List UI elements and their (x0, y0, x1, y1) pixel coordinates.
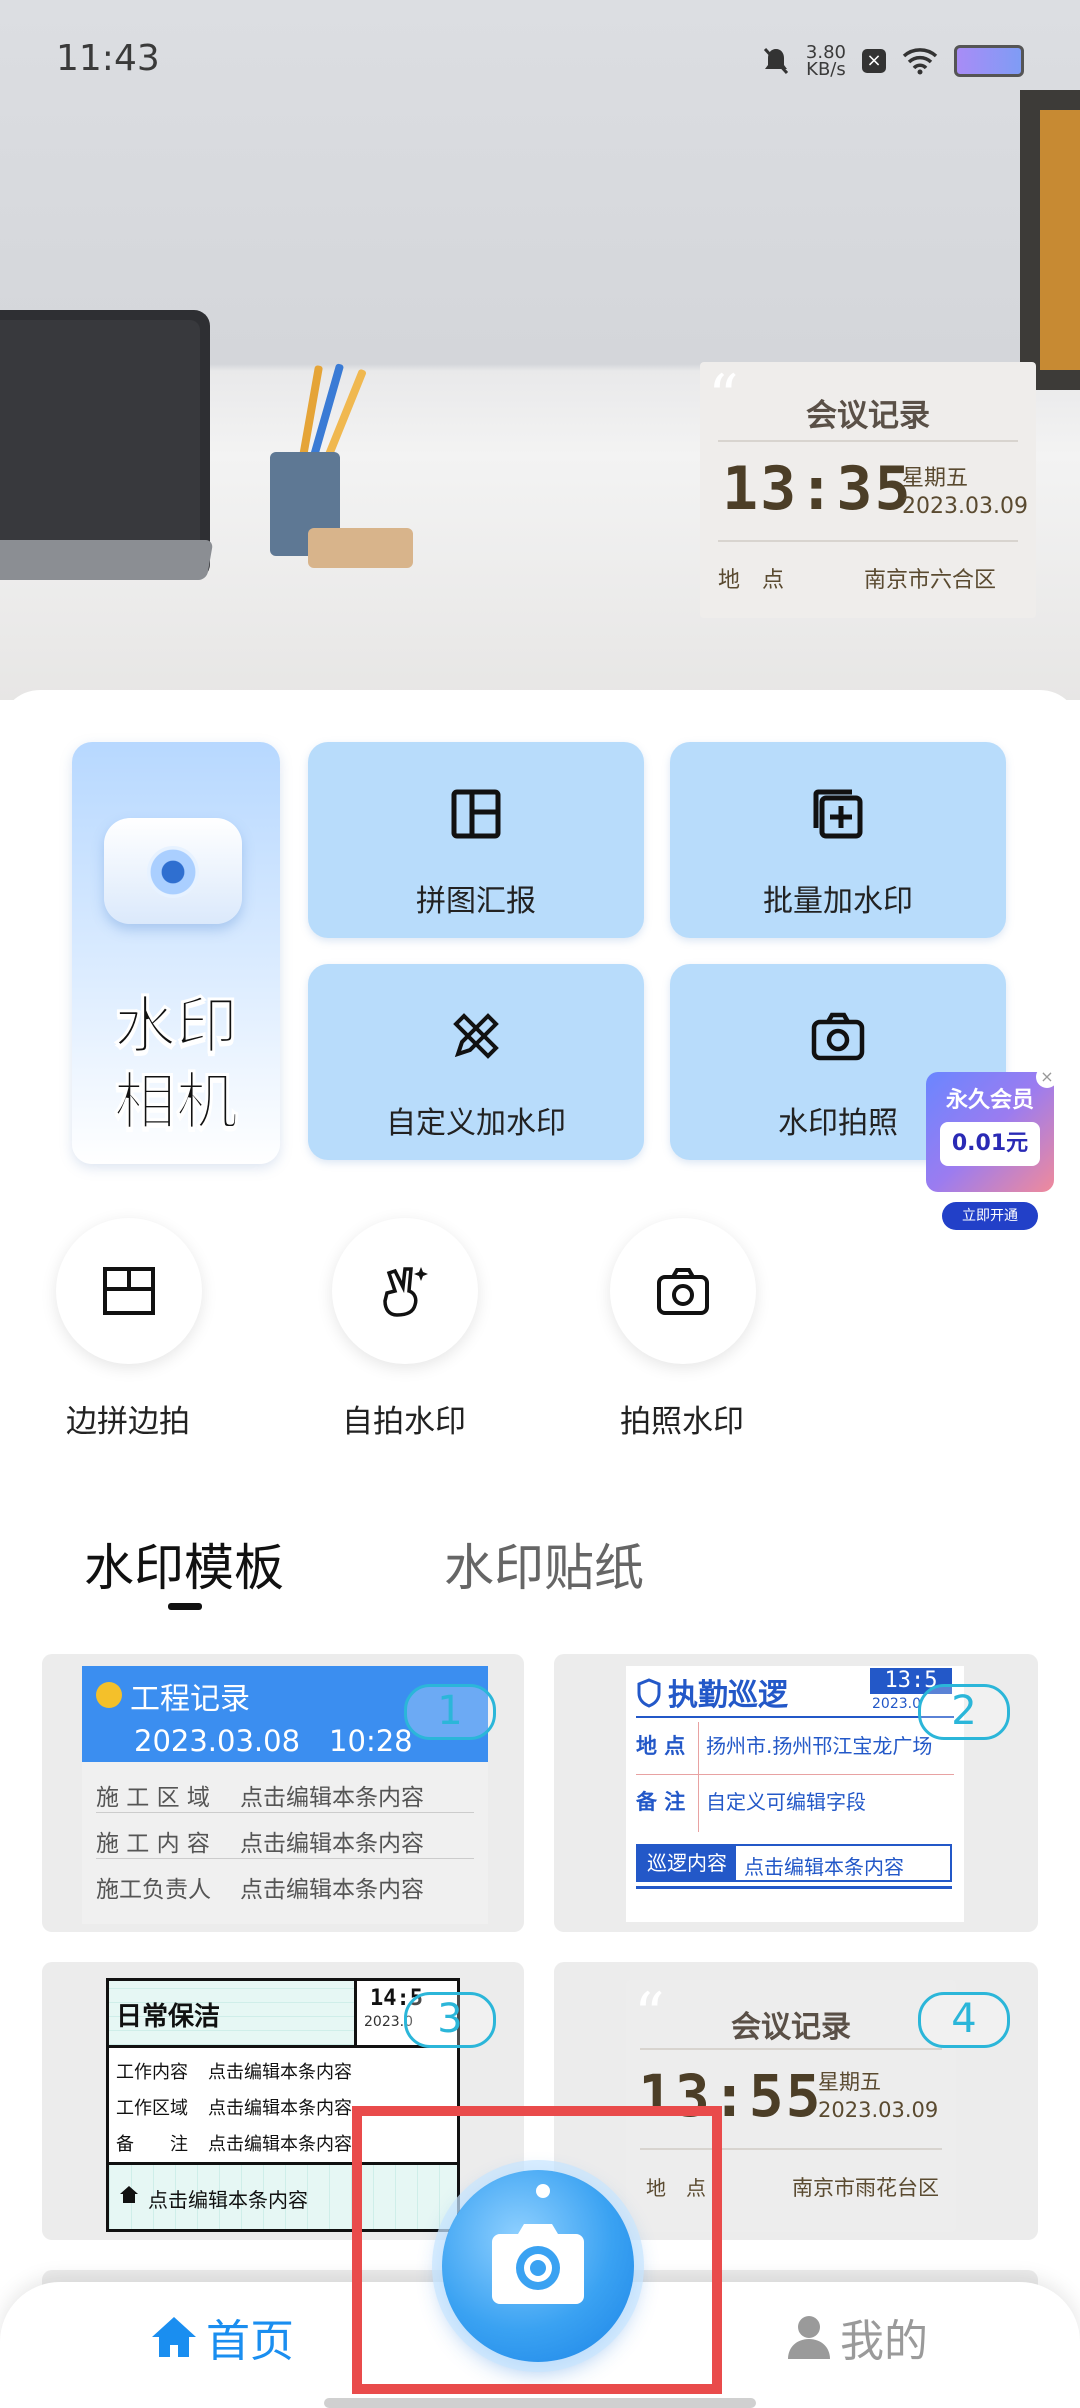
quick-action-label: 拍照水印 (620, 1404, 744, 1440)
row-value: 点击编辑本条内容 (208, 2134, 352, 2155)
location-value: 南京市雨花台区 (792, 2176, 939, 2200)
template-title: 日常保洁 (116, 2002, 221, 2032)
quick-action-label: 自拍水印 (342, 1404, 466, 1440)
tile-label: 批量加水印 (763, 884, 913, 919)
row-value: 点击编辑本条内容 (240, 1785, 424, 1811)
laptop-screen (0, 320, 200, 570)
home-icon (152, 2317, 196, 2357)
tile-collage-report[interactable]: 拼图汇报 (308, 742, 644, 938)
laptop-base (0, 540, 214, 580)
row-label: 地 点 (636, 1734, 686, 1758)
watermark-location-value: 南京市六合区 (864, 568, 997, 593)
pen-ruler-icon (453, 1013, 499, 1059)
nav-home-label: 首页 (206, 2316, 294, 2367)
watermark-location-label: 地 点 (718, 568, 785, 593)
camera-icon (811, 1012, 865, 1061)
book (1040, 110, 1080, 370)
nav-me[interactable]: 我的 (786, 2305, 928, 2369)
template-number-badge: 4 (918, 1992, 1010, 2048)
template-date: 2023.0 (872, 1696, 921, 1712)
watermark-weekday: 星期五 (902, 466, 969, 491)
quick-action-selfie-watermark[interactable] (332, 1218, 478, 1364)
quick-action-label: 边拼边拍 (66, 1404, 190, 1440)
badge-icon (96, 1682, 122, 1708)
row-label: 施 工 区 域 (96, 1785, 210, 1811)
peace-hand-icon (383, 1267, 428, 1317)
mute-bell-icon (763, 47, 789, 75)
row-label: 备 注 (116, 2134, 188, 2155)
row-label: 工作内容 (116, 2062, 188, 2083)
gesture-bar (324, 2398, 756, 2408)
user-icon (788, 2316, 830, 2359)
batch-add-icon (813, 789, 863, 839)
watermark-camera-title: 水印 相机 (113, 989, 238, 1139)
layout-icon (451, 789, 501, 839)
tile-label: 自定义加水印 (386, 1106, 566, 1141)
row-value: 点击编辑本条内容 (240, 1877, 424, 1903)
template-title: 执勤巡逻 (668, 1678, 788, 1713)
row-value: 点击编辑本条内容 (208, 2062, 352, 2083)
watermark-title: 会议记录 (806, 398, 930, 434)
row-label: 工作区域 (116, 2098, 188, 2119)
watermark-time: 13:35 (722, 454, 913, 524)
template-card-patrol[interactable]: 执勤巡逻 13:5 2023.0 地 点 扬州市.扬州邗江宝龙广场 备 注 自定… (554, 1654, 1038, 1932)
watermark-date: 2023.03.09 (902, 494, 1028, 519)
camera-icon (657, 1268, 709, 1315)
footer-value: 点击编辑本条内容 (148, 2188, 308, 2212)
row-value: 自定义可编辑字段 (706, 1790, 866, 1814)
footer-label: 巡逻内容 (638, 1846, 736, 1880)
close-icon[interactable]: × (1036, 1066, 1058, 1088)
shield-icon (637, 1678, 661, 1708)
template-card-engineering[interactable]: 工程记录 2023.03.08 10:28 施 工 区 域 点击编辑本条内容 施… (42, 1654, 524, 1932)
nav-home[interactable]: 首页 (148, 2305, 294, 2369)
split-layout-icon (103, 1267, 155, 1315)
template-number-badge: 3 (404, 1992, 496, 2048)
row-value: 点击编辑本条内容 (208, 2098, 352, 2119)
status-time: 11:43 (56, 38, 160, 79)
wood-block (308, 528, 413, 568)
row-value: 点击编辑本条内容 (240, 1831, 424, 1857)
home-icon (120, 2186, 138, 2203)
battery-icon (954, 45, 1024, 77)
status-icons: 3.80 KB/s × (762, 42, 1024, 80)
hero-watermark-card: “ 会议记录 13:35 星期五 2023.03.09 地 点 南京市六合区 (700, 362, 1036, 618)
nav-me-label: 我的 (840, 2316, 928, 2367)
active-tab-indicator (168, 1603, 202, 1610)
tile-custom-watermark[interactable]: 自定义加水印 (308, 964, 644, 1160)
network-speed: 3.80 KB/s (805, 42, 846, 80)
highlight-box (352, 2106, 722, 2394)
quick-action-photo-watermark[interactable] (610, 1218, 756, 1364)
camera-3d-icon (104, 818, 242, 924)
quick-action-split-shoot[interactable] (56, 1218, 202, 1364)
row-value: 扬州市.扬州邗江宝龙广场 (706, 1734, 933, 1758)
vip-title: 永久会员 (945, 1088, 1034, 1113)
template-date: 2023.03.09 (818, 2098, 939, 2122)
row-label: 施 工 内 容 (96, 1831, 210, 1857)
row-label: 施工负责人 (96, 1877, 211, 1903)
no-sim-icon: × (862, 49, 886, 73)
tab-watermark-stickers[interactable]: 水印贴纸 (444, 1528, 644, 1600)
template-title: 会议记录 (731, 2010, 851, 2045)
vip-price: 0.01元 (940, 1122, 1040, 1166)
template-number-badge: 1 (404, 1684, 496, 1740)
template-title: 工程记录 (130, 1682, 250, 1717)
template-datetime: 2023.03.08 10:28 (134, 1724, 413, 1758)
template-weekday: 星期五 (818, 2070, 881, 2094)
vip-open-button[interactable]: 立即开通 (942, 1202, 1038, 1230)
tile-label: 拼图汇报 (416, 884, 536, 919)
wifi-icon (902, 48, 938, 75)
status-bar: 11:43 3.80 KB/s × (0, 0, 1080, 120)
vip-promo-popup[interactable]: 永久会员 0.01元 (926, 1072, 1054, 1192)
template-number-badge: 2 (918, 1684, 1010, 1740)
tile-batch-watermark[interactable]: 批量加水印 (670, 742, 1006, 938)
footer-value: 点击编辑本条内容 (744, 1855, 904, 1879)
hero-banner: “ 会议记录 13:35 星期五 2023.03.09 地 点 南京市六合区 1… (0, 0, 1080, 700)
tab-watermark-templates[interactable]: 水印模板 (84, 1528, 284, 1600)
row-label: 备 注 (636, 1790, 686, 1814)
patrol-footer: 巡逻内容 点击编辑本条内容 (636, 1844, 952, 1882)
